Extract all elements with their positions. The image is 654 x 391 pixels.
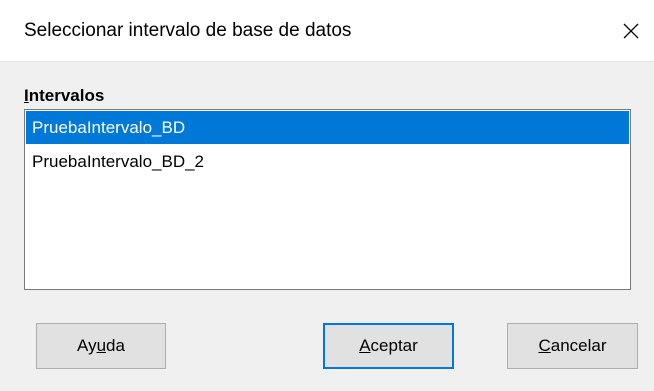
- ranges-listbox[interactable]: PruebaIntervalo_BD PruebaIntervalo_BD_2: [24, 109, 631, 290]
- close-icon: [623, 23, 639, 39]
- list-item-pruebaintervalo-bd[interactable]: PruebaIntervalo_BD: [26, 111, 629, 144]
- title-bar: Seleccionar intervalo de base de datos: [0, 0, 654, 62]
- ranges-label: Intervalos: [24, 86, 105, 105]
- list-item-pruebaintervalo-bd-2[interactable]: PruebaIntervalo_BD_2: [25, 144, 630, 179]
- close-button[interactable]: [608, 0, 654, 62]
- ok-button[interactable]: Aceptar: [323, 323, 454, 369]
- help-button[interactable]: Ay u da: [36, 323, 166, 369]
- cancel-button[interactable]: Cancelar: [507, 323, 638, 369]
- dialog-title: Seleccionar intervalo de base de datos: [24, 20, 352, 41]
- select-database-range-dialog: Seleccionar intervalo de base de datos I…: [0, 0, 654, 391]
